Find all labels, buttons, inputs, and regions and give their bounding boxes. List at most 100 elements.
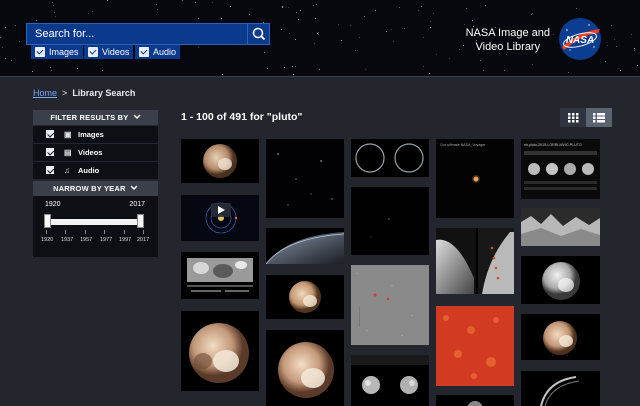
star-dot xyxy=(5,57,7,59)
thumbnail-pluto-large[interactable] xyxy=(181,311,259,391)
star-dot xyxy=(32,71,33,73)
list-view-button[interactable] xyxy=(586,108,612,127)
narrow-by-year-toggle[interactable]: NARROW BY YEAR xyxy=(33,181,158,196)
grid-view-button[interactable] xyxy=(560,108,586,127)
audio-checkbox[interactable]: Audio xyxy=(135,45,181,59)
star-dot xyxy=(403,28,405,30)
star-dot xyxy=(211,2,213,4)
star-dot xyxy=(317,31,319,33)
year-end-value: 2017 xyxy=(129,201,145,208)
star-dot xyxy=(619,70,621,72)
checkbox-check-icon xyxy=(139,47,149,57)
thumbnail-video-orbit[interactable] xyxy=(181,195,259,241)
star-dot xyxy=(466,7,467,9)
thumbnail-rings[interactable] xyxy=(351,139,429,177)
videos-checkbox[interactable]: Videos xyxy=(84,45,134,59)
checkbox-check-icon xyxy=(46,166,54,174)
grid-icon xyxy=(568,113,579,123)
star-dot xyxy=(15,24,17,26)
star-dot xyxy=(399,6,401,8)
star-dot xyxy=(292,66,293,68)
list-icon xyxy=(593,113,605,123)
year-panel: NARROW BY YEAR 1920 2017 1920 1937 1957 … xyxy=(33,181,158,257)
thumbnail-pluto-color[interactable] xyxy=(521,314,600,360)
star-dot xyxy=(51,70,52,72)
filter-item-images[interactable]: ▣ Images xyxy=(33,125,158,143)
thumbnail-pluto-mountains[interactable] xyxy=(521,208,600,246)
star-dot xyxy=(156,3,157,5)
images-checkbox-label: Images xyxy=(49,47,79,57)
star-dot xyxy=(429,73,431,74)
breadcrumb-separator: > xyxy=(62,88,68,98)
site-title[interactable]: NASA Image and Video Library xyxy=(466,26,550,54)
breadcrumb-home-link[interactable]: Home xyxy=(33,88,57,98)
thumbnail-red-surface[interactable] xyxy=(436,306,514,386)
star-dot xyxy=(385,30,387,32)
star-dot xyxy=(293,73,295,75)
star-dot xyxy=(316,4,318,5)
year-start-value: 1920 xyxy=(45,201,61,208)
filter-results-toggle[interactable]: FILTER RESULTS BY xyxy=(33,110,158,125)
year-start-handle[interactable] xyxy=(44,214,51,228)
year-slider-box: 1920 2017 1920 1937 1957 1977 1997 2017 xyxy=(33,196,158,257)
star-dot xyxy=(50,66,52,68)
thumbnail-pluto-surface-chart[interactable] xyxy=(181,252,259,299)
thumbnail-partial[interactable] xyxy=(436,395,514,406)
thumbnail-pluto-limb[interactable] xyxy=(266,228,344,264)
thumbnail-pluto-gray[interactable] xyxy=(521,256,600,304)
star-dot xyxy=(10,59,12,61)
star-dot xyxy=(319,68,321,70)
videos-checkbox-label: Videos xyxy=(102,47,130,57)
thumbnail-pluto-data-panel[interactable]: nh-pluto-2015-LORRI-MVIC-PLUTO xyxy=(521,139,600,199)
header: Images Videos Audio NASA Image and Video… xyxy=(0,0,640,77)
star-dot xyxy=(92,11,94,13)
star-dot xyxy=(484,5,486,7)
nasa-logo[interactable]: NASA xyxy=(558,17,602,61)
star-dot xyxy=(503,69,505,71)
search-icon xyxy=(252,27,266,41)
star-dot xyxy=(318,33,320,35)
tick-mark xyxy=(46,230,47,234)
thumbnail-grainy-field[interactable] xyxy=(351,265,429,345)
star-dot xyxy=(423,37,424,39)
thumbnail-moon-pair[interactable] xyxy=(351,355,429,406)
star-dot xyxy=(220,17,222,19)
search-button[interactable] xyxy=(247,24,269,44)
star-dot xyxy=(390,29,392,31)
images-checkbox[interactable]: Images xyxy=(31,45,83,59)
logo-text: NASA xyxy=(566,35,594,46)
filter-item-videos[interactable]: ▤ Videos xyxy=(33,143,158,161)
star-dot xyxy=(355,49,357,51)
star-dot xyxy=(614,39,616,41)
year-slider-track[interactable] xyxy=(46,219,144,225)
star-dot xyxy=(294,39,296,41)
thumbnail-pluto-small[interactable] xyxy=(181,139,259,183)
year-tick-label: 1997 xyxy=(119,237,132,243)
thumbnail-pluto-terrain-pair[interactable] xyxy=(436,228,514,294)
thumbnail-voyager-dot[interactable]: Our ultimate NASA_Voyager xyxy=(436,139,514,218)
star-dot xyxy=(430,27,432,29)
star-dot xyxy=(194,2,196,4)
thumbnail-crescent[interactable] xyxy=(521,371,600,406)
thumbnail-pluto-large-2[interactable] xyxy=(266,330,344,406)
star-dot xyxy=(77,68,78,70)
filter-item-audio[interactable]: ♫ Audio xyxy=(33,161,158,179)
star-dot xyxy=(267,68,268,69)
star-dot xyxy=(281,5,283,7)
search-input[interactable] xyxy=(27,24,249,44)
year-end-handle[interactable] xyxy=(137,214,144,228)
thumbnail-starfield[interactable] xyxy=(266,139,344,218)
star-dot xyxy=(364,16,366,18)
star-dot xyxy=(263,51,265,53)
star-dot xyxy=(296,11,298,13)
thumbnail-pluto-medium[interactable] xyxy=(266,275,344,319)
filter-item-audio-label: Audio xyxy=(78,166,100,175)
film-icon: ▤ xyxy=(64,148,72,157)
filter-item-videos-label: Videos xyxy=(78,148,103,157)
music-icon: ♫ xyxy=(64,166,70,175)
star-dot xyxy=(417,10,419,12)
filter-panel: FILTER RESULTS BY ▣ Images ▤ Videos ♫ Au… xyxy=(33,110,158,179)
thumbnail-dark-field[interactable] xyxy=(351,187,429,255)
star-dot xyxy=(313,42,315,44)
chevron-down-icon xyxy=(133,114,141,120)
